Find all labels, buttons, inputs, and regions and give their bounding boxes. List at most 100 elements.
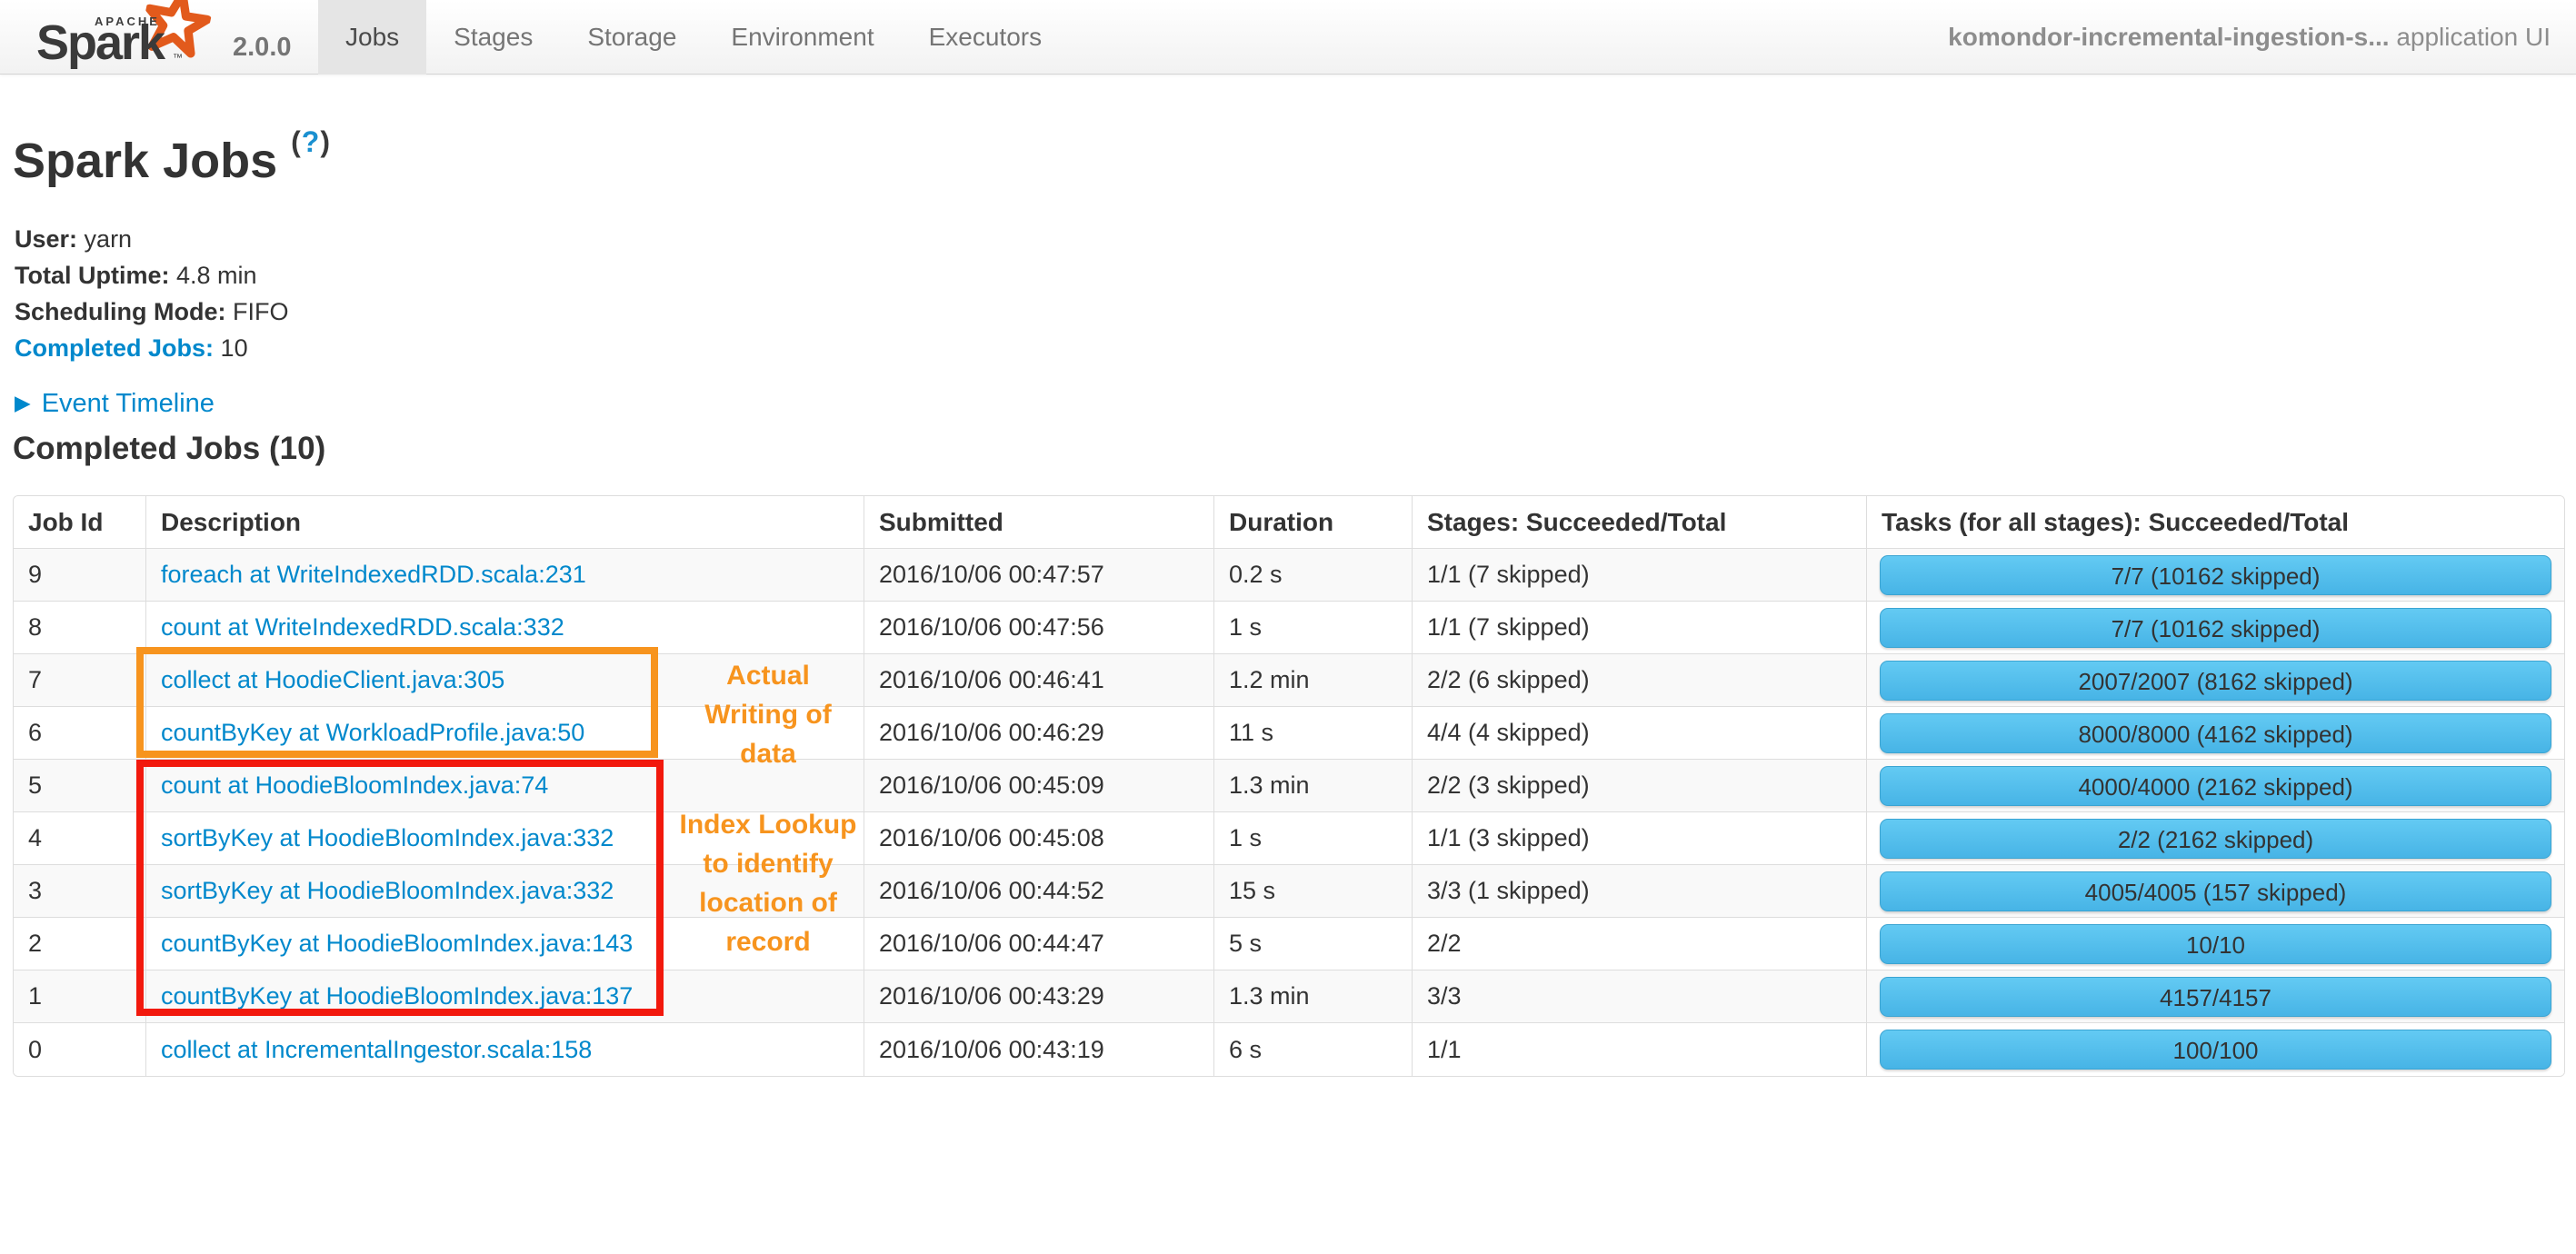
duration-cell: 11 s [1214, 707, 1413, 760]
summary-user: User: yarn [15, 221, 289, 257]
tab-jobs[interactable]: Jobs [318, 0, 427, 75]
tasks-cell: 7/7 (10162 skipped) [1867, 549, 2564, 602]
table-row: 8 count at WriteIndexedRDD.scala:332 201… [14, 602, 2564, 654]
description-cell: countByKey at WorkloadProfile.java:50 [146, 707, 864, 760]
duration-cell: 1 s [1214, 812, 1413, 865]
job-description-link[interactable]: count at HoodieBloomIndex.java:74 [161, 771, 548, 799]
tasks-progress-bar: 4000/4000 (2162 skipped) [1880, 765, 2551, 806]
spark-version: 2.0.0 [233, 33, 292, 62]
column-header-description[interactable]: Description [146, 496, 864, 549]
job-id-cell: 3 [14, 865, 146, 918]
submitted-cell: 2016/10/06 00:44:52 [864, 865, 1214, 918]
table-row: 6 countByKey at WorkloadProfile.java:50 … [14, 707, 2564, 760]
table-row: 7 collect at HoodieClient.java:305 2016/… [14, 654, 2564, 707]
table-row: 9 foreach at WriteIndexedRDD.scala:231 2… [14, 549, 2564, 602]
job-description-link[interactable]: count at WriteIndexedRDD.scala:332 [161, 613, 564, 641]
tab-storage[interactable]: Storage [560, 0, 704, 75]
tasks-progress-bar: 2007/2007 (8162 skipped) [1880, 660, 2551, 701]
job-id-cell: 7 [14, 654, 146, 707]
job-id-cell: 9 [14, 549, 146, 602]
completed-jobs-count: 10 [220, 334, 248, 362]
tab-executors[interactable]: Executors [902, 0, 1070, 75]
application-name: komondor-incremental-ingestion-s... [1948, 23, 2390, 51]
stages-cell: 1/1 [1413, 1023, 1867, 1076]
tab-stages[interactable]: Stages [426, 0, 560, 75]
duration-cell: 6 s [1214, 1023, 1413, 1076]
user-value: yarn [84, 225, 133, 253]
submitted-cell: 2016/10/06 00:47:57 [864, 549, 1214, 602]
description-cell: sortByKey at HoodieBloomIndex.java:332 [146, 812, 864, 865]
tab-environment[interactable]: Environment [704, 0, 901, 75]
duration-cell: 1.2 min [1214, 654, 1413, 707]
submitted-cell: 2016/10/06 00:46:41 [864, 654, 1214, 707]
column-header-stages[interactable]: Stages: Succeeded/Total [1413, 496, 1867, 549]
page-title: Spark Jobs (?) [13, 125, 331, 189]
tasks-cell: 4157/4157 [1867, 970, 2564, 1023]
scheduling-mode-value: FIFO [233, 298, 289, 325]
job-description-link[interactable]: countByKey at HoodieBloomIndex.java:143 [161, 930, 633, 957]
summary-scheduling-mode: Scheduling Mode: FIFO [15, 294, 289, 330]
completed-jobs-link[interactable]: Completed Jobs: [15, 334, 214, 362]
table-row: 3 sortByKey at HoodieBloomIndex.java:332… [14, 865, 2564, 918]
job-description-link[interactable]: foreach at WriteIndexedRDD.scala:231 [161, 561, 586, 588]
page-title-text: Spark Jobs [13, 134, 278, 188]
summary-completed-jobs: Completed Jobs: 10 [15, 330, 289, 366]
table-row: 1 countByKey at HoodieBloomIndex.java:13… [14, 970, 2564, 1023]
stages-cell: 1/1 (3 skipped) [1413, 812, 1867, 865]
column-header-submitted[interactable]: Submitted [864, 496, 1214, 549]
job-id-cell: 2 [14, 918, 146, 970]
job-description-link[interactable]: countByKey at WorkloadProfile.java:50 [161, 719, 584, 746]
description-cell: collect at HoodieClient.java:305 [146, 654, 864, 707]
event-timeline-toggle[interactable]: ▶ Event Timeline [15, 389, 215, 419]
stages-cell: 3/3 [1413, 970, 1867, 1023]
column-header-job-id[interactable]: Job Id [14, 496, 146, 549]
column-header-tasks[interactable]: Tasks (for all stages): Succeeded/Total [1867, 496, 2564, 549]
table-row: 0 collect at IncrementalIngestor.scala:1… [14, 1023, 2564, 1076]
job-description-link[interactable]: sortByKey at HoodieBloomIndex.java:332 [161, 877, 614, 904]
stages-cell: 2/2 (6 skipped) [1413, 654, 1867, 707]
job-id-cell: 6 [14, 707, 146, 760]
trademark-symbol: ™ [173, 53, 183, 64]
tasks-cell: 8000/8000 (4162 skipped) [1867, 707, 2564, 760]
submitted-cell: 2016/10/06 00:44:47 [864, 918, 1214, 970]
job-description-link[interactable]: collect at HoodieClient.java:305 [161, 666, 504, 693]
submitted-cell: 2016/10/06 00:43:29 [864, 970, 1214, 1023]
job-id-cell: 8 [14, 602, 146, 654]
description-cell: count at WriteIndexedRDD.scala:332 [146, 602, 864, 654]
tasks-cell: 4000/4000 (2162 skipped) [1867, 760, 2564, 812]
tasks-cell: 2007/2007 (8162 skipped) [1867, 654, 2564, 707]
submitted-cell: 2016/10/06 00:43:19 [864, 1023, 1214, 1076]
table-row: 2 countByKey at HoodieBloomIndex.java:14… [14, 918, 2564, 970]
job-description-link[interactable]: collect at IncrementalIngestor.scala:158 [161, 1036, 592, 1063]
help-badge[interactable]: (?) [291, 125, 331, 158]
job-id-cell: 4 [14, 812, 146, 865]
event-timeline-label: Event Timeline [41, 389, 215, 418]
user-label: User: [15, 225, 78, 253]
tasks-cell: 2/2 (2162 skipped) [1867, 812, 2564, 865]
tasks-cell: 4005/4005 (157 skipped) [1867, 865, 2564, 918]
description-cell: countByKey at HoodieBloomIndex.java:143 [146, 918, 864, 970]
help-question-icon[interactable]: ? [302, 125, 321, 158]
duration-cell: 1.3 min [1214, 760, 1413, 812]
spark-jobs-page: APACHE Spark ™ 2.0.0 Jobs Stages Storage… [0, 0, 2576, 1254]
stages-cell: 1/1 (7 skipped) [1413, 549, 1867, 602]
tasks-progress-bar: 8000/8000 (4162 skipped) [1880, 712, 2551, 753]
job-description-link[interactable]: sortByKey at HoodieBloomIndex.java:332 [161, 824, 614, 851]
submitted-cell: 2016/10/06 00:45:08 [864, 812, 1214, 865]
completed-jobs-table: Job Id Description Submitted Duration St… [13, 495, 2565, 1077]
column-header-duration[interactable]: Duration [1214, 496, 1413, 549]
duration-cell: 1.3 min [1214, 970, 1413, 1023]
spark-logo[interactable]: APACHE Spark ™ 2.0.0 [35, 0, 307, 75]
scheduling-mode-label: Scheduling Mode: [15, 298, 226, 325]
stages-cell: 2/2 [1413, 918, 1867, 970]
submitted-cell: 2016/10/06 00:45:09 [864, 760, 1214, 812]
description-cell: count at HoodieBloomIndex.java:74 [146, 760, 864, 812]
job-description-link[interactable]: countByKey at HoodieBloomIndex.java:137 [161, 982, 633, 1010]
tasks-progress-bar: 2/2 (2162 skipped) [1880, 818, 2551, 859]
job-id-cell: 1 [14, 970, 146, 1023]
duration-cell: 0.2 s [1214, 549, 1413, 602]
navbar-tabs: Jobs Stages Storage Environment Executor… [318, 0, 1069, 75]
description-cell: sortByKey at HoodieBloomIndex.java:332 [146, 865, 864, 918]
help-paren-open: ( [291, 125, 302, 158]
job-id-cell: 0 [14, 1023, 146, 1076]
